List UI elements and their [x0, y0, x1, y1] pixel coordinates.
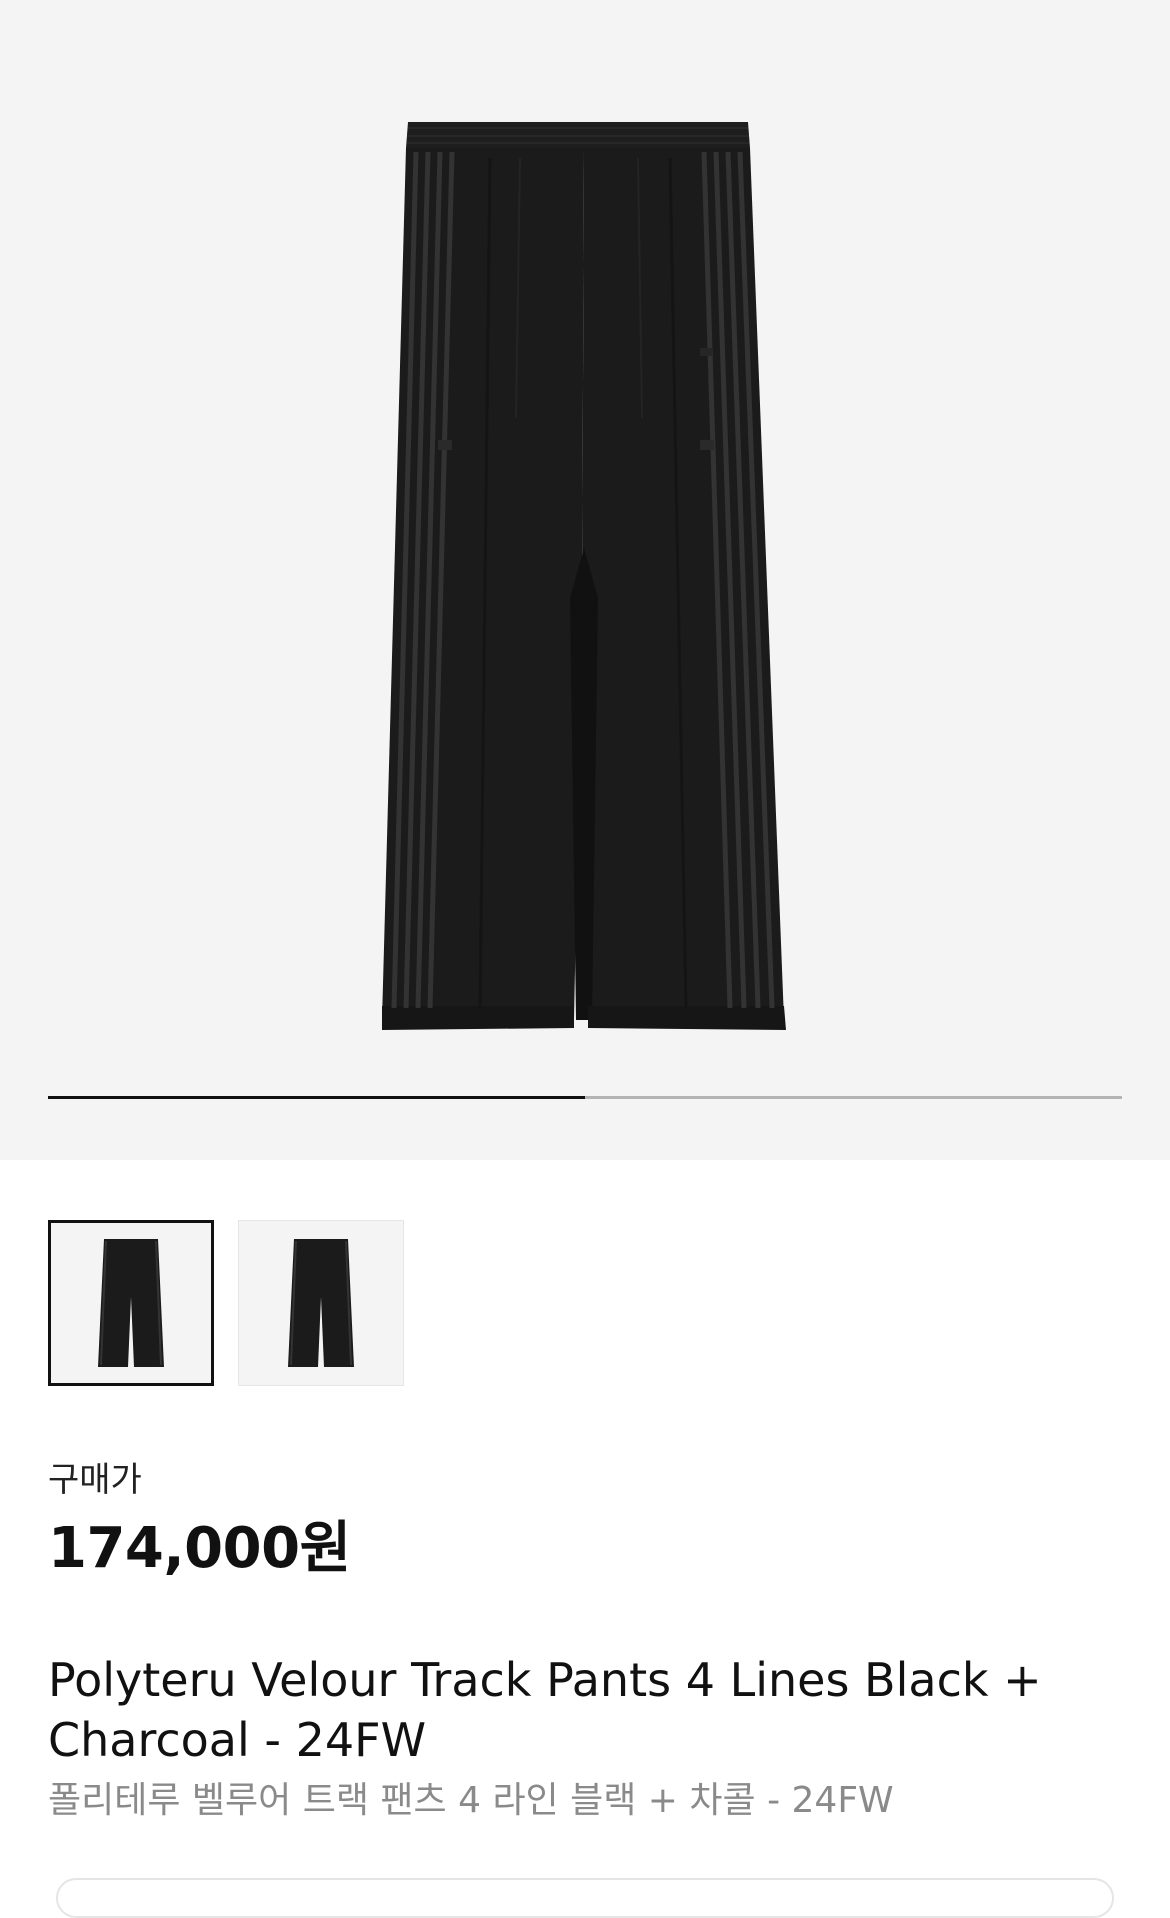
next-section-card	[56, 1878, 1114, 1918]
pants-thumbnail-icon	[98, 1239, 164, 1367]
gallery-progress-bar	[48, 1096, 1122, 1099]
gallery-progress-fill	[48, 1096, 585, 1099]
product-price: 174,000원	[48, 1516, 351, 1581]
thumbnail-2[interactable]	[238, 1220, 404, 1386]
thumbnail-1[interactable]	[48, 1220, 214, 1386]
product-photo[interactable]	[370, 118, 800, 1030]
pants-thumbnail-icon	[288, 1239, 354, 1367]
product-image-gallery[interactable]	[0, 0, 1170, 1160]
thumbnail-strip	[48, 1220, 404, 1386]
product-title-korean: 폴리테루 벨루어 트랙 팬츠 4 라인 블랙 + 차콜 - 24FW	[48, 1780, 894, 1821]
price-label: 구매가	[48, 1460, 142, 1500]
product-title-english: Polyteru Velour Track Pants 4 Lines Blac…	[48, 1653, 1042, 1767]
pants-illustration	[382, 122, 786, 1030]
